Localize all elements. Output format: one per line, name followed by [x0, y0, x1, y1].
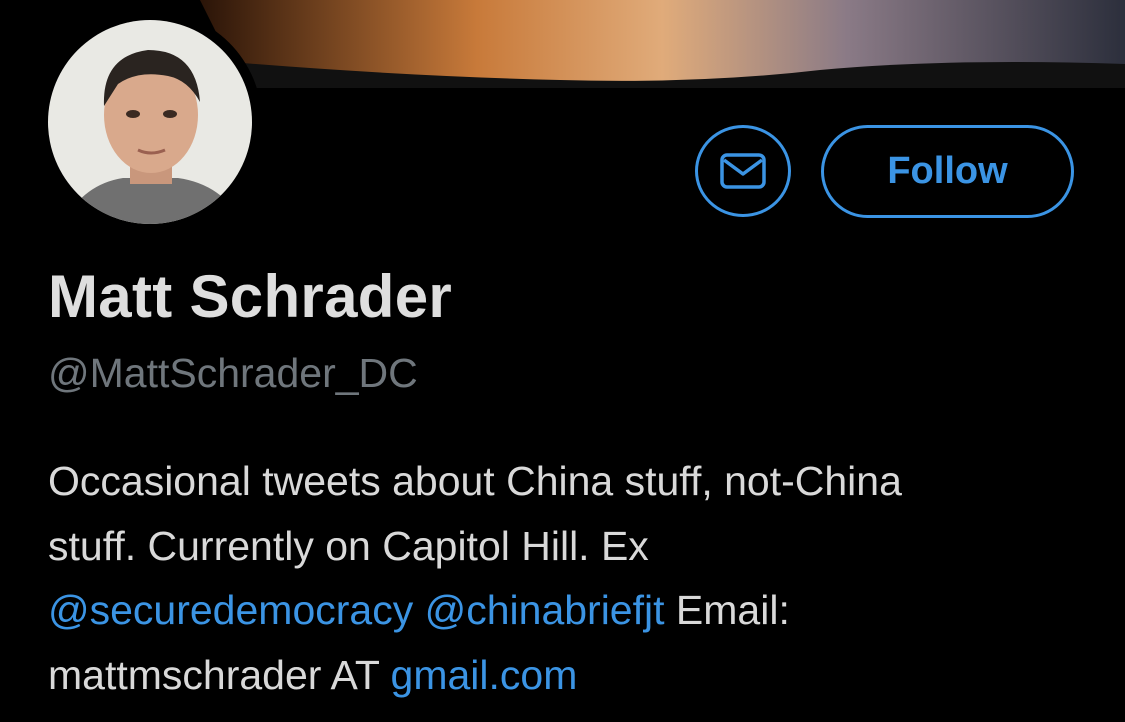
- envelope-icon: [720, 153, 766, 189]
- mention-link-securedemocracy[interactable]: @securedemocracy: [48, 587, 413, 633]
- follow-button[interactable]: Follow: [821, 125, 1074, 218]
- profile-avatar[interactable]: [38, 10, 262, 234]
- bio-line-2: stuff. Currently on Capitol Hill. Ex: [48, 522, 649, 569]
- profile-handle: @MattSchrader_DC: [48, 350, 418, 396]
- bio-email-text: mattmschrader AT: [48, 651, 391, 698]
- bio-line-4: mattmschrader AT gmail.com: [48, 643, 1108, 708]
- follow-button-label: Follow: [887, 150, 1008, 192]
- gmail-link[interactable]: gmail.com: [391, 652, 578, 698]
- message-button[interactable]: [695, 125, 791, 217]
- mention-link-chinabriefjt[interactable]: @chinabriefjt: [425, 587, 665, 633]
- display-name: Matt Schrader: [48, 263, 453, 330]
- bio-line-3: @securedemocracy @chinabriefjt Email:: [48, 578, 1108, 643]
- bio-email-label: Email:: [675, 587, 790, 633]
- profile-bio: Occasional tweets about China stuff, not…: [48, 449, 1108, 707]
- bio-line-1: Occasional tweets about China stuff, not…: [48, 458, 902, 504]
